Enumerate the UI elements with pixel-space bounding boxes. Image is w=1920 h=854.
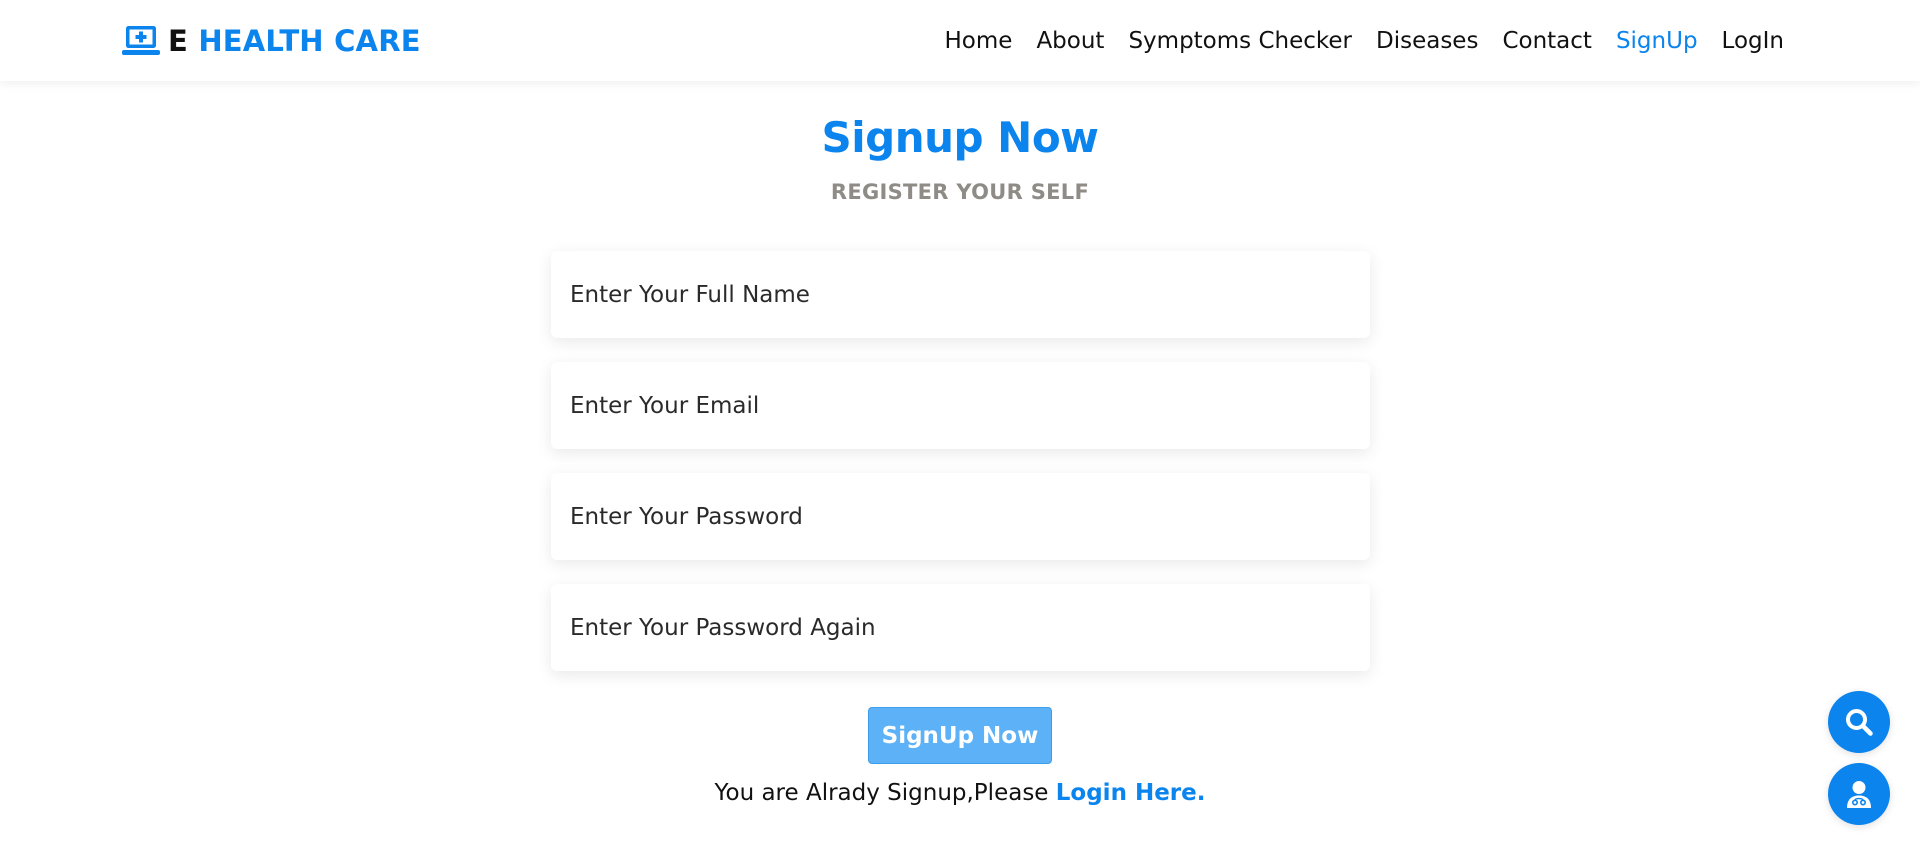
brand-logo-link[interactable]: E HEALTH CARE — [122, 24, 421, 58]
nav-item-diseases[interactable]: Diseases — [1376, 28, 1478, 54]
brand-prefix: E — [168, 23, 189, 58]
login-prompt: You are Alrady Signup,Please Login Here. — [0, 780, 1920, 806]
search-fab-button[interactable] — [1828, 691, 1890, 753]
laptop-medical-icon — [122, 24, 160, 58]
nav-menu: Home About Symptoms Checker Diseases Con… — [945, 28, 1784, 54]
signup-form — [551, 251, 1370, 695]
password-again-field[interactable] — [551, 584, 1370, 671]
search-icon — [1844, 707, 1874, 737]
login-here-link[interactable]: Login Here. — [1056, 780, 1206, 806]
nav-item-about[interactable]: About — [1036, 28, 1104, 54]
signup-button[interactable]: SignUp Now — [868, 707, 1052, 764]
navbar: E HEALTH CARE Home About Symptoms Checke… — [0, 0, 1920, 81]
signup-section: Signup Now REGISTER YOUR SELF SignUp Now… — [0, 81, 1920, 854]
page-title: Signup Now — [821, 113, 1099, 162]
nav-item-signup[interactable]: SignUp — [1616, 28, 1698, 54]
brand-name: HEALTH CARE — [198, 23, 421, 58]
nav-item-home[interactable]: Home — [945, 28, 1013, 54]
page-subtitle: REGISTER YOUR SELF — [830, 180, 1090, 204]
brand-text: E HEALTH CARE — [168, 24, 421, 58]
email-field[interactable] — [551, 362, 1370, 449]
nav-item-login[interactable]: LogIn — [1722, 28, 1784, 54]
nav-item-contact[interactable]: Contact — [1502, 28, 1591, 54]
doctor-fab-button[interactable] — [1828, 763, 1890, 825]
user-doctor-icon — [1844, 779, 1874, 809]
nav-item-symptoms-checker[interactable]: Symptoms Checker — [1128, 28, 1352, 54]
login-prompt-text: You are Alrady Signup,Please — [714, 780, 1056, 806]
password-field[interactable] — [551, 473, 1370, 560]
full-name-field[interactable] — [551, 251, 1370, 338]
